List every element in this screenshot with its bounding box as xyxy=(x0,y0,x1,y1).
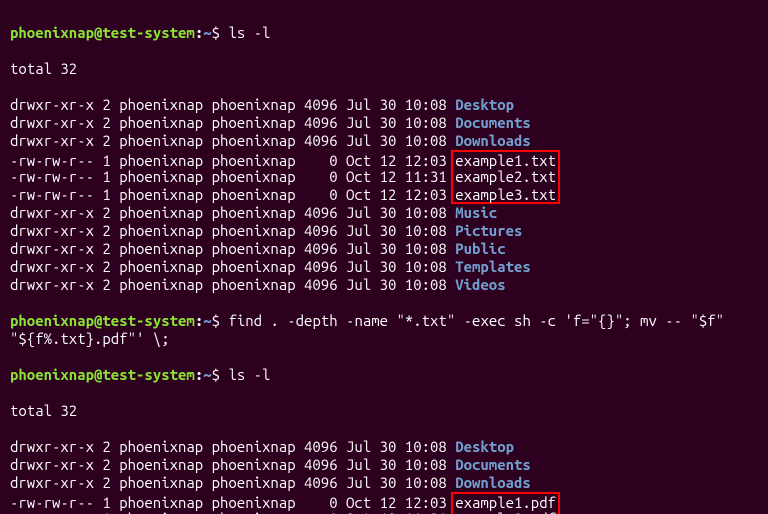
list-row: drwxr-xr-x 2 phoenixnap phoenixnap 4096 … xyxy=(10,204,760,222)
file-meta: -rw-rw-r-- 1 phoenixnap phoenixnap 0 Oct… xyxy=(10,186,455,203)
file-meta: drwxr-xr-x 2 phoenixnap phoenixnap 4096 … xyxy=(10,114,455,131)
file-meta: drwxr-xr-x 2 phoenixnap phoenixnap 4096 … xyxy=(10,276,455,293)
file-meta: -rw-rw-r-- 1 phoenixnap phoenixnap 0 Oct… xyxy=(10,168,455,185)
file-meta: drwxr-xr-x 2 phoenixnap phoenixnap 4096 … xyxy=(10,204,455,221)
list-row: drwxr-xr-x 2 phoenixnap phoenixnap 4096 … xyxy=(10,474,760,492)
directory-name: Public xyxy=(455,240,505,257)
prompt-sep: : xyxy=(195,312,203,329)
file-meta: drwxr-xr-x 2 phoenixnap phoenixnap 4096 … xyxy=(10,456,455,473)
directory-name: Videos xyxy=(455,276,505,293)
file-meta: drwxr-xr-x 2 phoenixnap phoenixnap 4096 … xyxy=(10,438,455,455)
prompt-path: ~ xyxy=(203,24,211,41)
list-row: drwxr-xr-x 2 phoenixnap phoenixnap 4096 … xyxy=(10,276,760,294)
file-meta: drwxr-xr-x 2 phoenixnap phoenixnap 4096 … xyxy=(10,240,455,257)
total-line-1: total 32 xyxy=(10,60,760,78)
directory-name: Templates xyxy=(455,258,531,275)
prompt-line-3: phoenixnap@test-system:~$ ls -l xyxy=(10,366,760,384)
prompt-path: ~ xyxy=(203,312,211,329)
prompt-user-host: phoenixnap@test-system xyxy=(10,312,195,329)
file-meta: drwxr-xr-x 2 phoenixnap phoenixnap 4096 … xyxy=(10,96,455,113)
command-ls-1: ls -l xyxy=(228,24,270,41)
list-row: drwxr-xr-x 2 phoenixnap phoenixnap 4096 … xyxy=(10,438,760,456)
file-meta: -rw-rw-r-- 1 phoenixnap phoenixnap 0 Oct… xyxy=(10,152,455,169)
file-meta: drwxr-xr-x 2 phoenixnap phoenixnap 4096 … xyxy=(10,474,455,491)
prompt-user-host: phoenixnap@test-system xyxy=(10,24,195,41)
list-row: drwxr-xr-x 2 phoenixnap phoenixnap 4096 … xyxy=(10,96,760,114)
list-row: -rw-rw-r-- 1 phoenixnap phoenixnap 0 Oct… xyxy=(10,186,760,204)
file-name: example2.pdf xyxy=(451,510,560,514)
file-name: example2.txt xyxy=(451,168,560,186)
directory-name: Music xyxy=(455,204,497,221)
prompt-dollar: $ xyxy=(212,24,220,41)
list-row: drwxr-xr-x 2 phoenixnap phoenixnap 4096 … xyxy=(10,114,760,132)
list-row: -rw-rw-r-- 1 phoenixnap phoenixnap 0 Oct… xyxy=(10,168,760,186)
total-line-2: total 32 xyxy=(10,402,760,420)
listing-2: drwxr-xr-x 2 phoenixnap phoenixnap 4096 … xyxy=(10,438,760,514)
list-row: -rw-rw-r-- 1 phoenixnap phoenixnap 0 Oct… xyxy=(10,510,760,514)
file-name: example1.pdf xyxy=(451,492,560,510)
prompt-sep: : xyxy=(195,366,203,383)
file-name: example3.txt xyxy=(451,186,560,204)
directory-name: Desktop xyxy=(455,96,514,113)
file-meta: drwxr-xr-x 2 phoenixnap phoenixnap 4096 … xyxy=(10,222,455,239)
file-meta: -rw-rw-r-- 1 phoenixnap phoenixnap 0 Oct… xyxy=(10,510,455,514)
prompt-path: ~ xyxy=(203,366,211,383)
file-name: example1.txt xyxy=(451,150,560,168)
directory-name: Documents xyxy=(455,456,531,473)
list-row: drwxr-xr-x 2 phoenixnap phoenixnap 4096 … xyxy=(10,132,760,150)
file-meta: -rw-rw-r-- 1 phoenixnap phoenixnap 0 Oct… xyxy=(10,494,455,511)
list-row: drwxr-xr-x 2 phoenixnap phoenixnap 4096 … xyxy=(10,222,760,240)
directory-name: Downloads xyxy=(455,132,531,149)
directory-name: Downloads xyxy=(455,474,531,491)
directory-name: Desktop xyxy=(455,438,514,455)
directory-name: Documents xyxy=(455,114,531,131)
listing-1: drwxr-xr-x 2 phoenixnap phoenixnap 4096 … xyxy=(10,96,760,294)
list-row: -rw-rw-r-- 1 phoenixnap phoenixnap 0 Oct… xyxy=(10,150,760,168)
prompt-dollar: $ xyxy=(212,366,220,383)
command-ls-2: ls -l xyxy=(228,366,270,383)
list-row: -rw-rw-r-- 1 phoenixnap phoenixnap 0 Oct… xyxy=(10,492,760,510)
file-meta: drwxr-xr-x 2 phoenixnap phoenixnap 4096 … xyxy=(10,258,455,275)
prompt-line-2: phoenixnap@test-system:~$ find . -depth … xyxy=(10,312,758,348)
terminal[interactable]: phoenixnap@test-system:~$ ls -l total 32… xyxy=(0,0,768,514)
file-meta: drwxr-xr-x 2 phoenixnap phoenixnap 4096 … xyxy=(10,132,455,149)
directory-name: Pictures xyxy=(455,222,522,239)
prompt-sep: : xyxy=(195,24,203,41)
list-row: drwxr-xr-x 2 phoenixnap phoenixnap 4096 … xyxy=(10,240,760,258)
list-row: drwxr-xr-x 2 phoenixnap phoenixnap 4096 … xyxy=(10,258,760,276)
prompt-user-host: phoenixnap@test-system xyxy=(10,366,195,383)
prompt-dollar: $ xyxy=(212,312,220,329)
prompt-line-1: phoenixnap@test-system:~$ ls -l xyxy=(10,24,760,42)
list-row: drwxr-xr-x 2 phoenixnap phoenixnap 4096 … xyxy=(10,456,760,474)
